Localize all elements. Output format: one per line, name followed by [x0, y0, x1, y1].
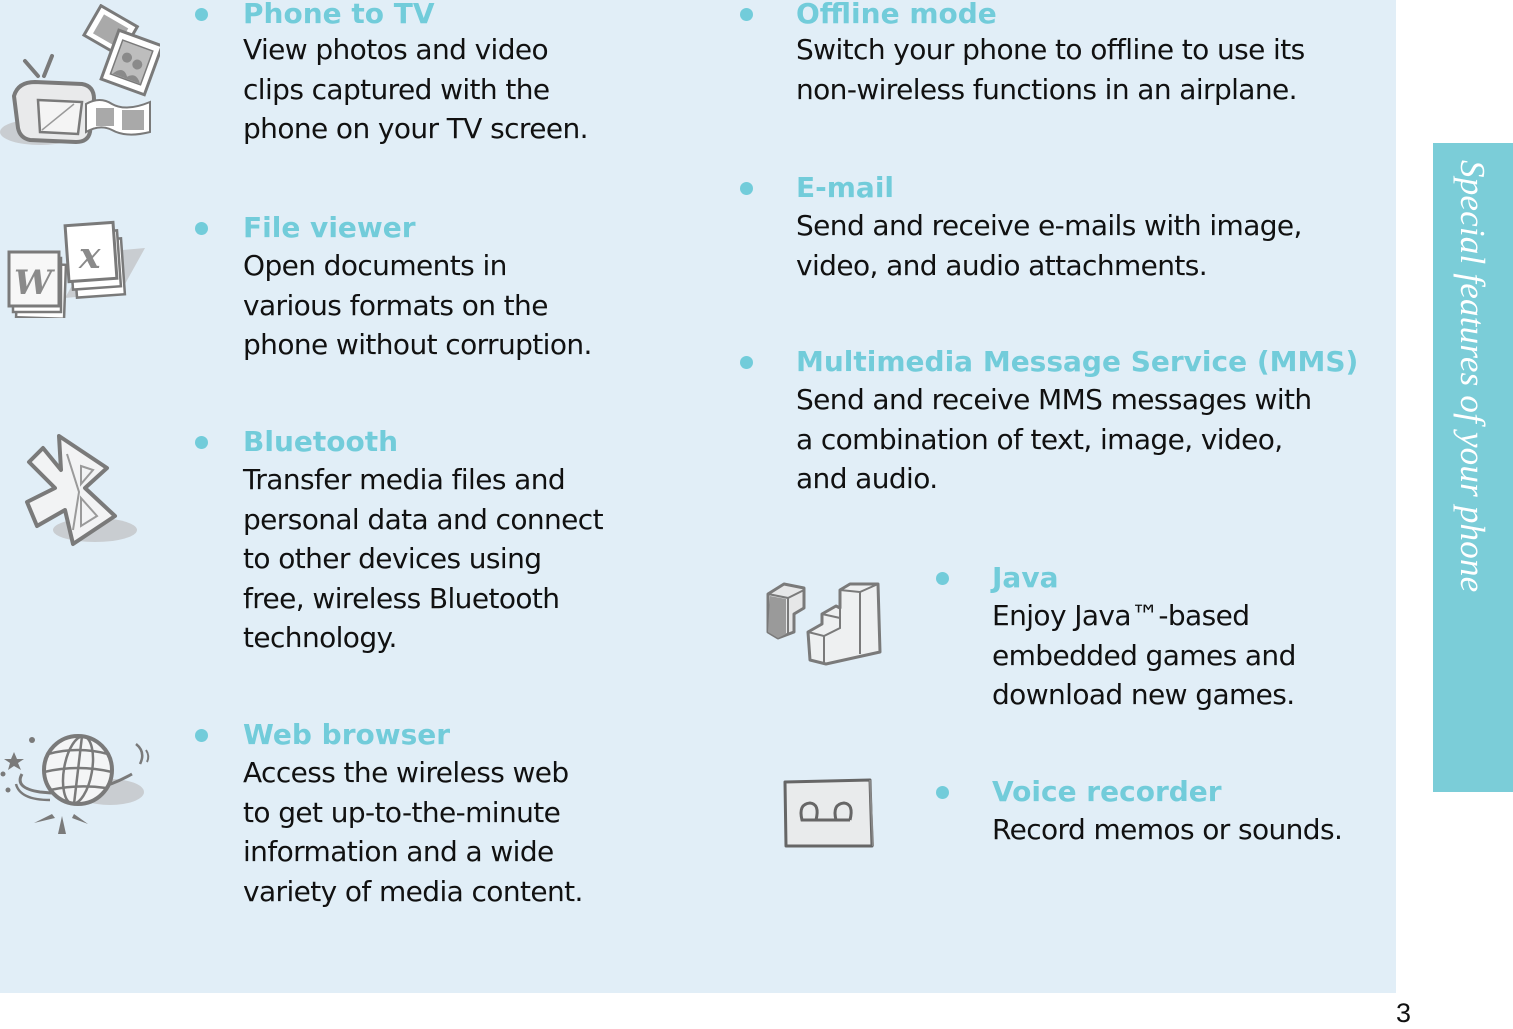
svg-text:W: W [14, 263, 55, 303]
description-line: Transfer media files and [243, 463, 566, 496]
description-line: download new games. [992, 678, 1295, 711]
bullet-icon [936, 572, 949, 585]
bullet-icon [740, 182, 753, 195]
tv-photos-icon [0, 4, 160, 149]
description-line: non-wireless functions in an airplane. [796, 72, 1298, 106]
description-line: video, and audio attachments. [796, 248, 1208, 282]
document-files-icon: x W [5, 218, 150, 318]
description-line: to other devices using [243, 542, 542, 575]
description-line: Access the wireless web [243, 756, 569, 789]
description-line: various formats on the [243, 288, 548, 322]
bullet-icon [195, 729, 208, 742]
feature-title: File viewer [243, 211, 416, 244]
description-line: information and a wide [243, 835, 554, 868]
feature-title: Multimedia Message Service (MMS) [796, 345, 1359, 378]
voicemail-tape-icon [780, 776, 876, 850]
feature-description: Access the wireless web to get up-to-the… [243, 753, 583, 911]
description-line: phone without corruption. [243, 328, 592, 361]
bluetooth-icon [15, 430, 145, 555]
feature-description: Switch your phone to offline to use its … [796, 30, 1305, 109]
section-tab-label: Special features of your phone [1453, 160, 1492, 593]
description-line: Send and receive MMS messages with [796, 383, 1312, 416]
description-line: clips captured with the [243, 72, 550, 106]
description-line: Enjoy Java™-based [992, 599, 1250, 632]
feature-description: View photos and video clips captured wit… [243, 30, 589, 149]
globe-icon [0, 726, 160, 836]
description-line: variety of media content. [243, 874, 583, 908]
feature-title: E-mail [796, 171, 895, 204]
svg-text:x: x [78, 235, 101, 277]
feature-title: Java [992, 561, 1059, 594]
page-number: 3 [1396, 998, 1412, 1028]
description-line: phone on your TV screen. [243, 112, 589, 145]
feature-description: Record memos or sounds. [992, 810, 1343, 850]
description-line: free, wireless Bluetooth [243, 581, 560, 615]
bullet-icon [936, 786, 949, 799]
feature-description: Send and receive e-mails with image, vid… [796, 206, 1302, 285]
description-line: a combination of text, image, video, [796, 422, 1283, 456]
feature-title: Bluetooth [243, 425, 399, 458]
feature-title: Offline mode [796, 0, 997, 30]
feature-title: Voice recorder [992, 775, 1222, 808]
bullet-icon [195, 222, 208, 235]
feature-description: Send and receive MMS messages with a com… [796, 380, 1312, 499]
description-line: to get up-to-the-minute [243, 795, 561, 829]
description-line: View photos and video [243, 33, 549, 66]
description-line: technology. [243, 621, 397, 654]
description-line: embedded games and [992, 638, 1296, 672]
game-blocks-icon [764, 578, 886, 670]
feature-description: Enjoy Java™-based embedded games and dow… [992, 596, 1296, 715]
feature-title: Web browser [243, 718, 451, 751]
description-line: Send and receive e-mails with image, [796, 209, 1302, 242]
description-line: Open documents in [243, 249, 507, 282]
bullet-icon [195, 436, 208, 449]
feature-description: Open documents in various formats on the… [243, 246, 592, 365]
feature-title: Phone to TV [243, 0, 435, 30]
description-line: Switch your phone to offline to use its [796, 33, 1305, 66]
feature-description: Transfer media files and personal data a… [243, 460, 604, 658]
bullet-icon [740, 356, 753, 369]
description-line: personal data and connect [243, 502, 604, 536]
description-line: and audio. [796, 462, 938, 495]
description-line: Record memos or sounds. [992, 813, 1343, 846]
bullet-icon [195, 8, 208, 21]
bullet-icon [740, 8, 753, 21]
